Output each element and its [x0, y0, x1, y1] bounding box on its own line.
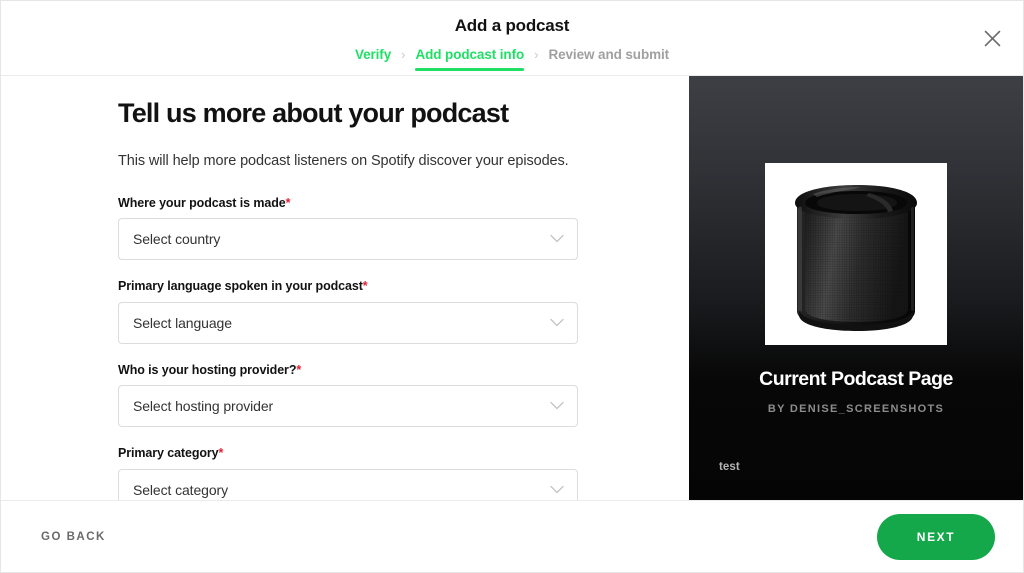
field-hosting-provider: Who is your hosting provider?* Select ho… [118, 364, 578, 428]
modal-header: Add a podcast Verify › Add podcast info … [1, 1, 1023, 76]
language-select[interactable]: Select language [118, 301, 578, 344]
podcast-info-form: Tell us more about your podcast This wil… [1, 76, 689, 500]
country-select-value: Select country [133, 231, 221, 248]
podcast-cover-art [765, 163, 947, 345]
primary-category-select-value: Select category [133, 481, 228, 498]
pop-filter-image [765, 163, 947, 345]
label-text: Where your podcast is made [118, 195, 286, 210]
modal-footer: GO BACK NEXT [1, 500, 1023, 572]
step-verify[interactable]: Verify [355, 48, 391, 71]
form-subtitle: This will help more podcast listeners on… [118, 153, 569, 170]
country-select[interactable]: Select country [118, 218, 578, 261]
podcast-preview-panel: Current Podcast Page BY DENISE_SCREENSHO… [689, 76, 1023, 500]
breadcrumb-separator: › [534, 47, 539, 63]
preview-podcast-description: test [719, 461, 740, 473]
hosting-provider-select-value: Select hosting provider [133, 398, 274, 415]
next-button[interactable]: NEXT [877, 513, 995, 560]
required-asterisk: * [218, 446, 224, 461]
field-label-language: Primary language spoken in your podcast* [118, 280, 578, 293]
label-text: Primary language spoken in your podcast [118, 279, 363, 294]
field-primary-category: Primary category* Select category [118, 447, 578, 500]
form-heading: Tell us more about your podcast [118, 98, 509, 128]
required-asterisk: * [285, 195, 291, 210]
chevron-down-icon [550, 485, 564, 494]
field-country: Where your podcast is made* Select count… [118, 197, 578, 261]
label-text: Primary category [118, 446, 219, 461]
go-back-button[interactable]: GO BACK [41, 531, 106, 543]
preview-podcast-title: Current Podcast Page [759, 368, 953, 390]
chevron-down-icon [550, 318, 564, 327]
close-button[interactable] [981, 27, 1003, 49]
language-select-value: Select language [133, 314, 232, 331]
step-breadcrumb: Verify › Add podcast info › Review and s… [355, 48, 669, 71]
close-icon [984, 30, 1000, 46]
field-label-primary-category: Primary category* [118, 447, 578, 460]
label-text: Who is your hosting provider? [118, 362, 297, 377]
required-asterisk: * [296, 362, 302, 377]
chevron-down-icon [550, 402, 564, 410]
field-label-country: Where your podcast is made* [118, 197, 578, 210]
field-language: Primary language spoken in your podcast*… [118, 280, 578, 344]
add-podcast-modal: Add a podcast Verify › Add podcast info … [0, 0, 1024, 573]
breadcrumb-separator: › [401, 47, 406, 63]
required-asterisk: * [362, 279, 368, 294]
modal-body: Tell us more about your podcast This wil… [1, 76, 1023, 500]
page-title: Add a podcast [454, 16, 570, 35]
hosting-provider-select[interactable]: Select hosting provider [118, 385, 578, 428]
step-review-and-submit[interactable]: Review and submit [548, 48, 669, 71]
primary-category-select[interactable]: Select category [118, 468, 578, 500]
chevron-down-icon [550, 235, 564, 243]
preview-podcast-author: BY DENISE_SCREENSHOTS [767, 402, 945, 415]
field-label-hosting-provider: Who is your hosting provider?* [118, 364, 578, 377]
step-add-podcast-info[interactable]: Add podcast info [415, 48, 524, 71]
